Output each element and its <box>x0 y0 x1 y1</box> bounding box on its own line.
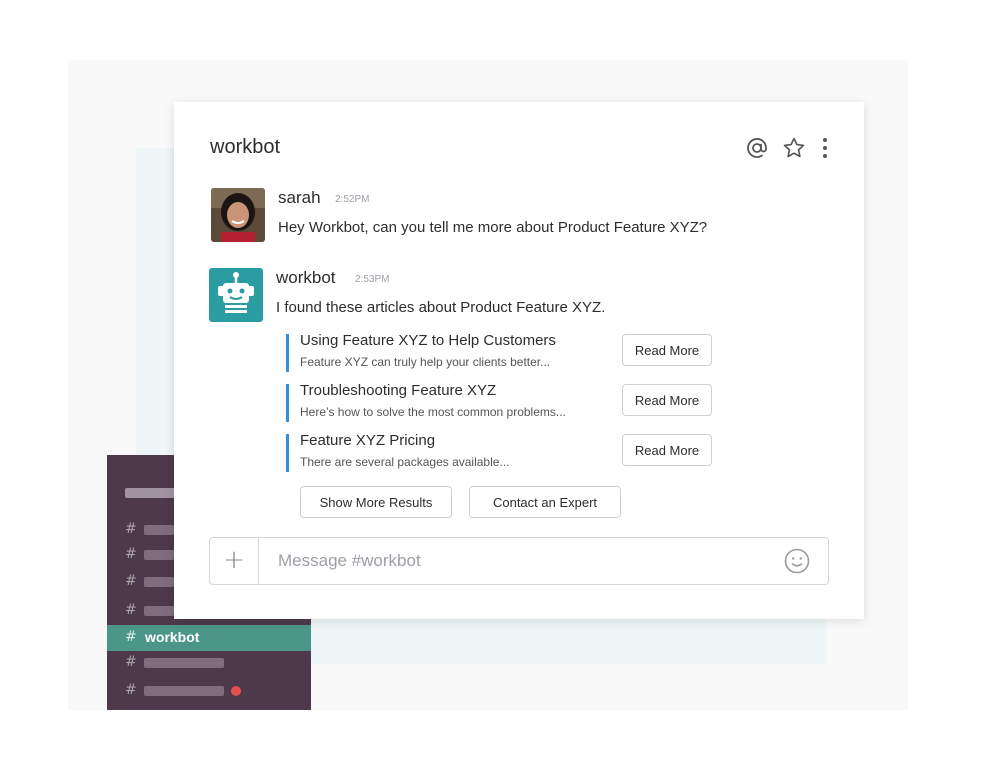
channel-name-placeholder <box>144 686 224 696</box>
message-timestamp[interactable]: 2:53PM <box>355 274 389 285</box>
read-more-button[interactable]: Read More <box>622 434 712 466</box>
article-description: Here’s how to solve the most common prob… <box>300 405 566 419</box>
message-composer: + <box>209 537 829 585</box>
hash-icon: # <box>125 682 137 698</box>
chat-window: workbot sarah 2:52PM Hey Workbot, can yo… <box>174 102 864 619</box>
contact-expert-button[interactable]: Contact an Expert <box>469 486 621 518</box>
article-title[interactable]: Using Feature XYZ to Help Customers <box>300 332 556 349</box>
star-icon[interactable] <box>782 136 806 160</box>
article-title[interactable]: Troubleshooting Feature XYZ <box>300 382 496 399</box>
channel-title: workbot <box>210 136 281 158</box>
hash-icon: # <box>125 629 137 645</box>
hash-icon: # <box>125 573 137 589</box>
hash-icon: # <box>125 521 137 537</box>
read-more-button[interactable]: Read More <box>622 384 712 416</box>
sidebar-item-workbot[interactable]: # workbot <box>107 625 311 651</box>
sidebar-item-label: workbot <box>145 629 200 645</box>
channel-name-placeholder <box>144 577 174 587</box>
channel-name-placeholder <box>144 525 174 535</box>
unread-indicator <box>231 686 241 696</box>
message-author[interactable]: workbot <box>276 268 336 288</box>
at-icon[interactable] <box>745 136 769 160</box>
avatar-sarah[interactable] <box>211 188 265 242</box>
message-input[interactable] <box>260 538 780 584</box>
message-author[interactable]: sarah <box>278 188 321 208</box>
hash-icon: # <box>125 654 137 670</box>
hash-icon: # <box>125 602 137 618</box>
plus-icon[interactable]: + <box>210 538 259 584</box>
message-text: Hey Workbot, can you tell me more about … <box>278 219 708 236</box>
emoji-icon[interactable] <box>784 548 810 574</box>
sidebar-channel-item[interactable]: # <box>107 650 311 676</box>
article-title[interactable]: Feature XYZ Pricing <box>300 432 435 449</box>
read-more-button[interactable]: Read More <box>622 334 712 366</box>
channel-name-placeholder <box>144 550 174 560</box>
article-description: There are several packages available... <box>300 455 510 469</box>
sidebar-channel-item[interactable]: # <box>107 678 311 704</box>
show-more-results-button[interactable]: Show More Results <box>300 486 452 518</box>
channel-name-placeholder <box>144 606 174 616</box>
message-timestamp[interactable]: 2:52PM <box>335 194 369 205</box>
channel-name-placeholder <box>144 658 224 668</box>
avatar-workbot[interactable] <box>209 268 263 322</box>
article-description: Feature XYZ can truly help your clients … <box>300 355 551 369</box>
message-text: I found these articles about Product Fea… <box>276 299 606 316</box>
more-vertical-icon[interactable] <box>813 136 837 160</box>
hash-icon: # <box>125 546 137 562</box>
